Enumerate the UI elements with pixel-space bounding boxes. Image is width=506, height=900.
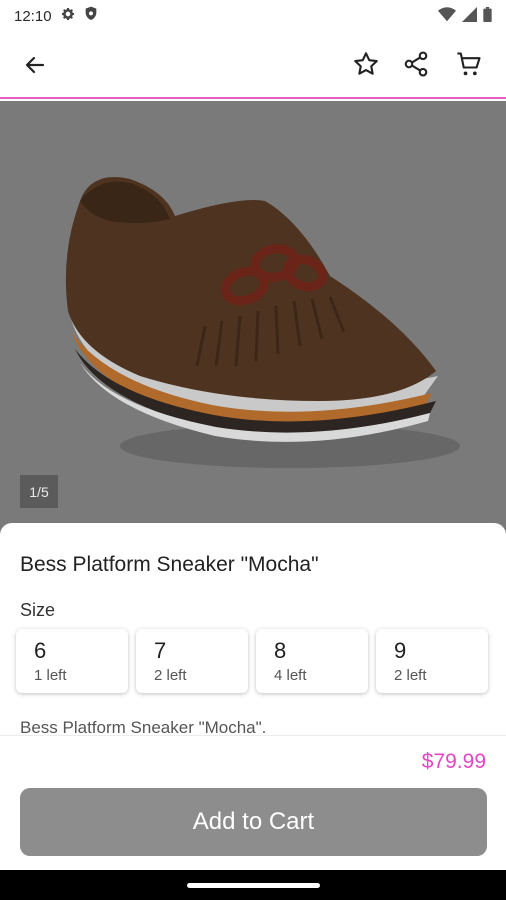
size-label: Size	[20, 600, 56, 620]
system-navigation-bar	[0, 870, 506, 900]
stock-count: 2 left	[394, 667, 427, 684]
product-image[interactable]	[0, 101, 506, 541]
product-description: Bess Platform Sneaker "Mocha".	[20, 718, 267, 735]
shoe-illustration	[65, 177, 460, 468]
top-app-bar	[0, 32, 506, 99]
size-value: 6	[34, 638, 47, 663]
battery-icon	[483, 6, 492, 26]
size-option[interactable]: 6 1 left	[16, 629, 128, 693]
image-counter: 1/5	[20, 475, 58, 508]
shield-icon	[84, 6, 98, 26]
size-option[interactable]: 8 4 left	[256, 629, 368, 693]
star-icon[interactable]	[348, 46, 384, 82]
size-value: 7	[154, 638, 167, 663]
settings-icon	[60, 6, 76, 26]
share-icon[interactable]	[398, 46, 434, 82]
stock-count: 1 left	[34, 667, 67, 684]
back-arrow-icon[interactable]	[18, 48, 52, 82]
status-bar: 12:10	[0, 0, 506, 32]
status-time: 12:10	[14, 7, 52, 25]
add-to-cart-button[interactable]: Add to Cart	[20, 788, 487, 856]
stock-count: 4 left	[274, 667, 307, 684]
size-option[interactable]: 9 2 left	[376, 629, 488, 693]
home-gesture-handle[interactable]	[187, 883, 320, 888]
cart-icon[interactable]	[451, 46, 487, 82]
size-option[interactable]: 7 2 left	[136, 629, 248, 693]
size-value: 8	[274, 638, 287, 663]
product-details-sheet: Bess Platform Sneaker "Mocha" Size 6 1 l…	[0, 523, 506, 735]
stock-count: 2 left	[154, 667, 187, 684]
size-value: 9	[394, 638, 407, 663]
signal-icon	[462, 6, 477, 26]
purchase-bar: $79.99 Add to Cart	[0, 735, 506, 871]
product-price: $79.99	[421, 750, 486, 773]
product-title: Bess Platform Sneaker "Mocha"	[20, 553, 319, 576]
wifi-icon	[438, 6, 456, 26]
size-selector: 6 1 left 7 2 left 8 4 left 9 2 left	[16, 629, 488, 693]
